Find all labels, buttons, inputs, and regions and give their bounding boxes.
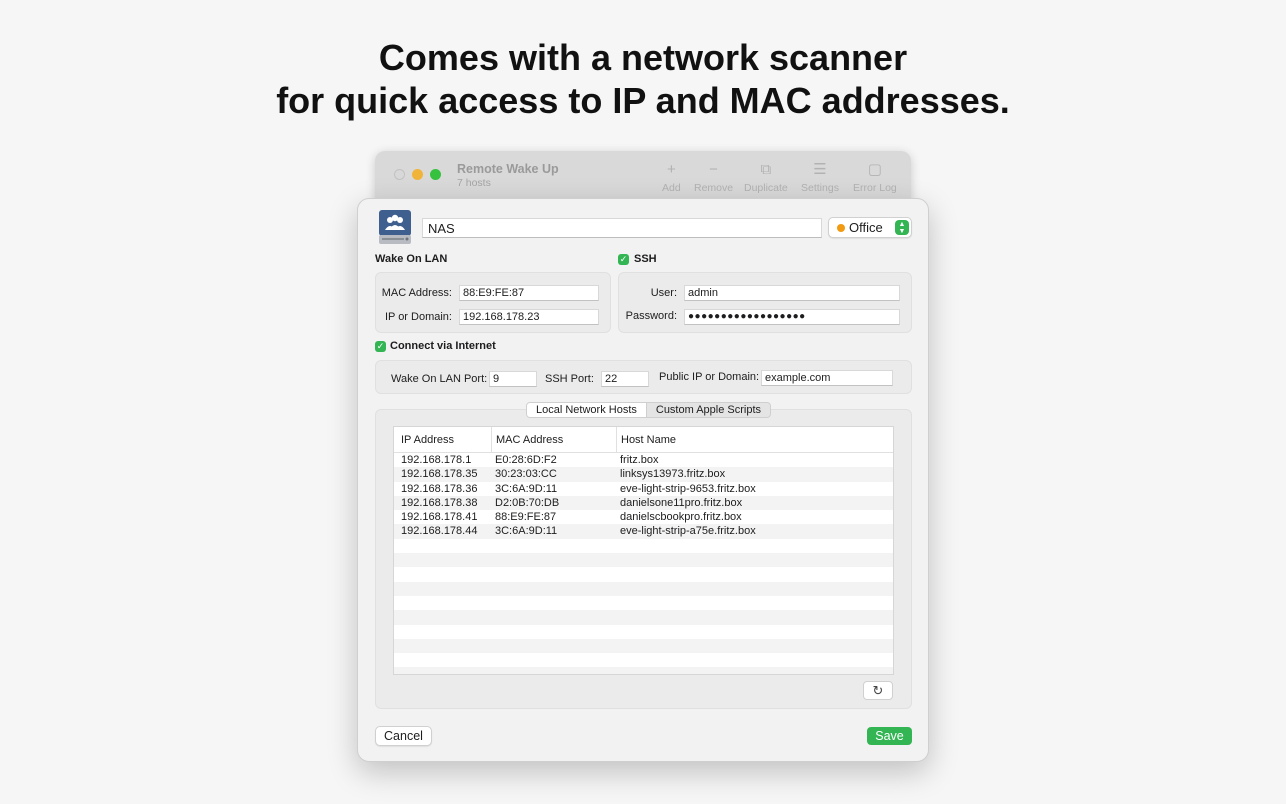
cell-mac: 3C:6A:9D:11 [495,482,558,495]
window-zoom-button[interactable] [430,169,441,180]
connect-internet-label: Connect via Internet [390,340,496,352]
toolbar-duplicate-button[interactable]: ⧉ Duplicate [744,161,788,194]
network-drive-icon [379,210,411,244]
refresh-icon: ↻ [872,683,884,698]
cell-ip: 192.168.178.36 [401,482,478,495]
table-row[interactable]: 192.168.178.36 3C:6A:9D:11 eve-light-str… [394,482,893,496]
window-minimize-button[interactable] [412,169,423,180]
cell-ip: 192.168.178.44 [401,525,478,538]
table-row[interactable]: 192.168.178.41 88:E9:FE:87 danielscbookp… [394,510,893,524]
table-row-empty [394,567,893,581]
table-row[interactable]: 192.168.178.1 E0:28:6D:F2 fritz.box [394,453,893,467]
ssh-box: User: admin Password: ●●●●●●●●●●●●●●●●●● [618,272,912,333]
window-title: Remote Wake Up [457,162,559,176]
refresh-button[interactable]: ↻ [863,681,893,700]
connect-internet-checkbox[interactable]: ✓ [375,341,386,352]
mac-address-input[interactable]: 88:E9:FE:87 [459,285,599,301]
ip-domain-label: IP or Domain: [384,311,452,323]
cell-ip: 192.168.178.35 [401,468,478,481]
cell-ip: 192.168.178.41 [401,511,478,524]
cell-hostname: danielsone11pro.fritz.box [620,496,743,509]
ssh-password-label: Password: [625,310,677,322]
table-row[interactable]: 192.168.178.35 30:23:03:CC linksys13973.… [394,467,893,482]
cell-mac: 3C:6A:9D:11 [495,525,558,538]
ip-domain-input[interactable]: 192.168.178.23 [459,309,599,325]
table-row-empty [394,581,893,596]
cell-mac: 88:E9:FE:87 [495,511,557,524]
cell-ip: 192.168.178.38 [401,496,478,509]
toolbar-settings-label: Settings [801,182,839,194]
edit-host-sheet: NAS Office ▲ ▼ Wake On LAN MAC Address: 8… [357,198,929,762]
cell-hostname: fritz.box [620,454,659,466]
public-ip-label: Public IP or Domain: [659,371,760,383]
minus-icon: − [709,161,718,178]
toolbar-error-log-button[interactable]: ▢ Error Log [853,161,897,194]
wol-box: MAC Address: 88:E9:FE:87 IP or Domain: 1… [375,272,611,333]
cell-hostname: eve-light-strip-9653.fritz.box [620,482,756,495]
table-row-empty [394,653,893,667]
toolbar-add-button[interactable]: + Add [662,161,681,194]
toolbar-remove-button[interactable]: − Remove [694,161,733,194]
mac-address-label: MAC Address: [381,287,452,299]
ssh-port-input[interactable]: 22 [601,371,649,387]
table-row-empty [394,667,893,674]
ssh-port-label: SSH Port: [545,373,594,385]
table-row[interactable]: 192.168.178.44 3C:6A:9D:11 eve-light-str… [394,524,893,539]
toolbar-add-label: Add [662,182,681,194]
toolbar-error-log-label: Error Log [853,182,897,194]
ssh-checkbox[interactable]: ✓ [618,254,629,265]
table-body: 192.168.178.1 E0:28:6D:F2 fritz.box 192.… [394,453,893,674]
scanner-tabs: Local Network Hosts Custom Apple Scripts [526,402,772,418]
wol-section-label: Wake On LAN [375,253,448,265]
cell-mac: 30:23:03:CC [495,468,557,481]
error-log-icon: ▢ [867,161,882,178]
headline: Comes with a network scanner for quick a… [0,36,1286,122]
toolbar-remove-label: Remove [694,182,734,194]
headline-line-1: Comes with a network scanner [378,37,908,78]
column-ip-address[interactable]: IP Address [394,427,488,453]
settings-icon: ☰ [813,161,827,178]
ssh-password-input[interactable]: ●●●●●●●●●●●●●●●●●● [684,309,900,325]
column-host-name[interactable]: Host Name [616,427,676,453]
wol-port-input[interactable]: 9 [489,371,537,387]
save-button[interactable]: Save [867,727,912,745]
table-row-empty [394,539,893,553]
hosts-table: IP Address MAC Address Host Name 192.168… [393,426,894,675]
cancel-button[interactable]: Cancel [375,726,432,746]
host-name-input[interactable]: NAS [422,218,822,238]
table-row-empty [394,638,893,654]
table-header: IP Address MAC Address Host Name [394,427,893,453]
window-close-button[interactable] [394,169,405,180]
cell-hostname: eve-light-strip-a75e.fritz.box [620,525,756,538]
table-row-empty [394,625,893,639]
internet-box: Wake On LAN Port: 9 SSH Port: 22 Public … [375,360,912,394]
ssh-section-label: SSH [634,253,657,265]
group-popup-label: Office [849,220,883,235]
duplicate-icon: ⧉ [760,161,772,178]
cell-hostname: linksys13973.fritz.box [620,468,726,481]
ssh-user-label: User: [650,287,677,299]
column-mac-address[interactable]: MAC Address [491,427,616,453]
cell-mac: D2:0B:70:DB [495,496,560,509]
cell-hostname: danielscbookpro.fritz.box [620,511,742,524]
table-row-empty [394,553,893,568]
plus-icon: + [666,161,676,178]
ssh-user-input[interactable]: admin [684,285,900,301]
wol-port-label: Wake On LAN Port: [391,373,488,385]
group-popup[interactable]: Office ▲ ▼ [828,217,912,238]
headline-line-2: for quick access to IP and MAC addresses… [276,80,1010,121]
group-color-dot [837,224,845,232]
chevron-up-down-icon: ▲ ▼ [895,220,909,235]
public-ip-input[interactable]: example.com [761,370,893,386]
cell-mac: E0:28:6D:F2 [495,454,557,466]
table-row-empty [394,610,893,625]
table-row-empty [394,596,893,610]
cell-ip: 192.168.178.1 [401,454,472,466]
toolbar-settings-button[interactable]: ☰ Settings [801,161,839,194]
tab-custom-apple-scripts[interactable]: Custom Apple Scripts [647,403,770,417]
window-subtitle: 7 hosts [457,177,491,189]
tab-local-network-hosts[interactable]: Local Network Hosts [527,403,647,417]
table-row[interactable]: 192.168.178.38 D2:0B:70:DB danielsone11p… [394,495,893,511]
toolbar-duplicate-label: Duplicate [744,182,788,194]
